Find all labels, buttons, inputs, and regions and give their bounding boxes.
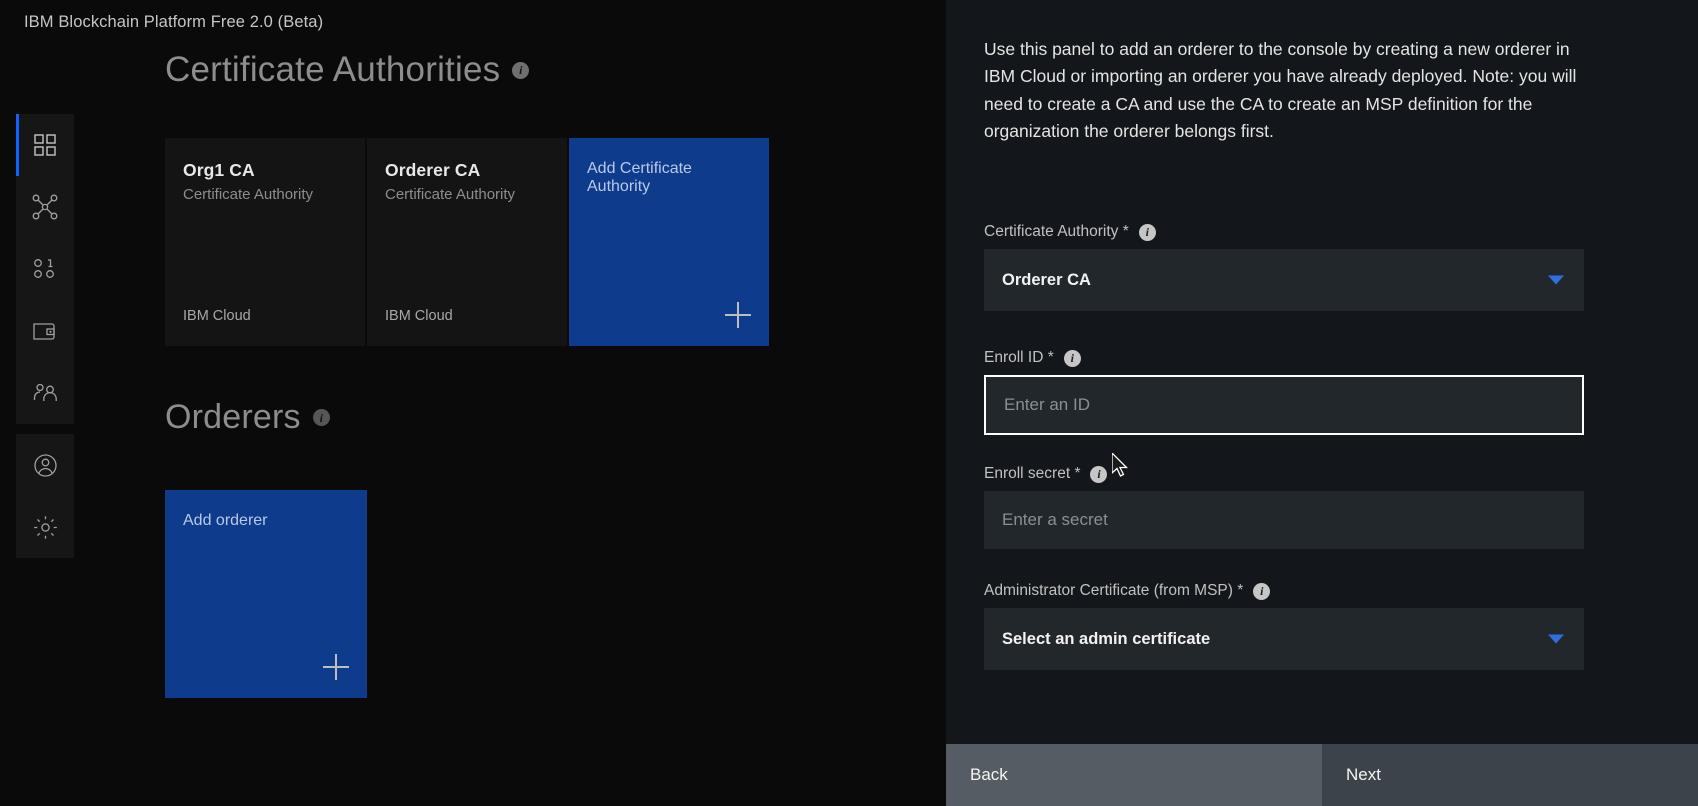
info-icon[interactable]: i	[1138, 223, 1156, 241]
next-button[interactable]: Next	[1322, 744, 1698, 806]
enroll-id-placeholder: Enter an ID	[1004, 395, 1090, 414]
orderers-section-header: Orderers i	[165, 398, 330, 437]
info-icon[interactable]: i	[512, 61, 530, 79]
info-icon[interactable]: i	[1253, 582, 1271, 600]
field-enroll-secret: Enroll secret * i Enter a secret	[984, 465, 1584, 549]
add-orderer-label: Add orderer	[183, 512, 268, 529]
chevron-down-icon	[1548, 634, 1564, 644]
ca-card[interactable]: Orderer CA Certificate Authority IBM Clo…	[367, 138, 567, 346]
ca-card[interactable]: Org1 CA Certificate Authority IBM Cloud	[165, 138, 365, 346]
ca-section-header: Certificate Authorities i	[165, 50, 530, 90]
plus-icon	[725, 302, 751, 328]
field-label-text: Certificate Authority *	[984, 223, 1129, 240]
orderers-title: Orderers	[165, 398, 301, 436]
ca-card-name: Orderer CA	[385, 160, 481, 180]
enroll-secret-input[interactable]: Enter a secret	[984, 491, 1584, 549]
orderers-card-row: Add orderer	[165, 490, 367, 698]
ca-card-type: Certificate Authority	[183, 186, 314, 203]
enroll-id-input[interactable]: Enter an ID	[984, 375, 1584, 435]
back-button[interactable]: Back	[946, 744, 1322, 806]
field-label-text: Enroll secret *	[984, 465, 1081, 482]
administrator-certificate-select[interactable]: Select an admin certificate	[984, 608, 1584, 670]
ca-card-row: Org1 CA Certificate Authority IBM Cloud …	[165, 138, 769, 346]
add-orderer-panel: Use this panel to add an orderer to the …	[946, 0, 1698, 806]
field-label: Administrator Certificate (from MSP) * i	[984, 582, 1584, 600]
field-enroll-id: Enroll ID * i Enter an ID	[984, 349, 1584, 435]
enroll-secret-placeholder: Enter a secret	[1002, 510, 1108, 529]
select-value: Select an admin certificate	[1002, 629, 1211, 648]
info-icon[interactable]: i	[1063, 349, 1081, 367]
ca-card-location: IBM Cloud	[385, 308, 453, 324]
chevron-down-icon	[1548, 275, 1564, 285]
select-value: Orderer CA	[1002, 270, 1091, 289]
ca-card-name: Org1 CA	[183, 160, 255, 180]
info-icon[interactable]: i	[1090, 465, 1108, 483]
add-ca-label: Add Certificate Authority	[587, 160, 692, 196]
main-content: Certificate Authorities i Org1 CA Certif…	[0, 0, 1088, 806]
panel-footer: Back Next	[946, 744, 1698, 806]
panel-description: Use this panel to add an orderer to the …	[984, 39, 1577, 141]
app-root: IBM Blockchain Platform Free 2.0 (Beta)	[0, 0, 1698, 806]
ca-card-location: IBM Cloud	[183, 308, 251, 324]
page-title: Certificate Authorities	[165, 50, 501, 89]
field-certificate-authority: Certificate Authority * i Orderer CA	[984, 223, 1584, 311]
field-administrator-certificate: Administrator Certificate (from MSP) * i…	[984, 582, 1584, 670]
field-label: Enroll secret * i	[984, 465, 1584, 483]
mouse-cursor	[1111, 451, 1132, 486]
field-label-text: Enroll ID *	[984, 349, 1054, 366]
add-certificate-authority-card[interactable]: Add Certificate Authority	[569, 138, 769, 346]
certificate-authority-select[interactable]: Orderer CA	[984, 249, 1584, 311]
field-label-text: Administrator Certificate (from MSP) *	[984, 582, 1244, 599]
ca-card-type: Certificate Authority	[385, 186, 516, 203]
add-orderer-card[interactable]: Add orderer	[165, 490, 367, 698]
field-label: Enroll ID * i	[984, 349, 1584, 367]
field-label: Certificate Authority * i	[984, 223, 1584, 241]
plus-icon	[323, 654, 349, 680]
info-icon[interactable]: i	[312, 409, 330, 426]
